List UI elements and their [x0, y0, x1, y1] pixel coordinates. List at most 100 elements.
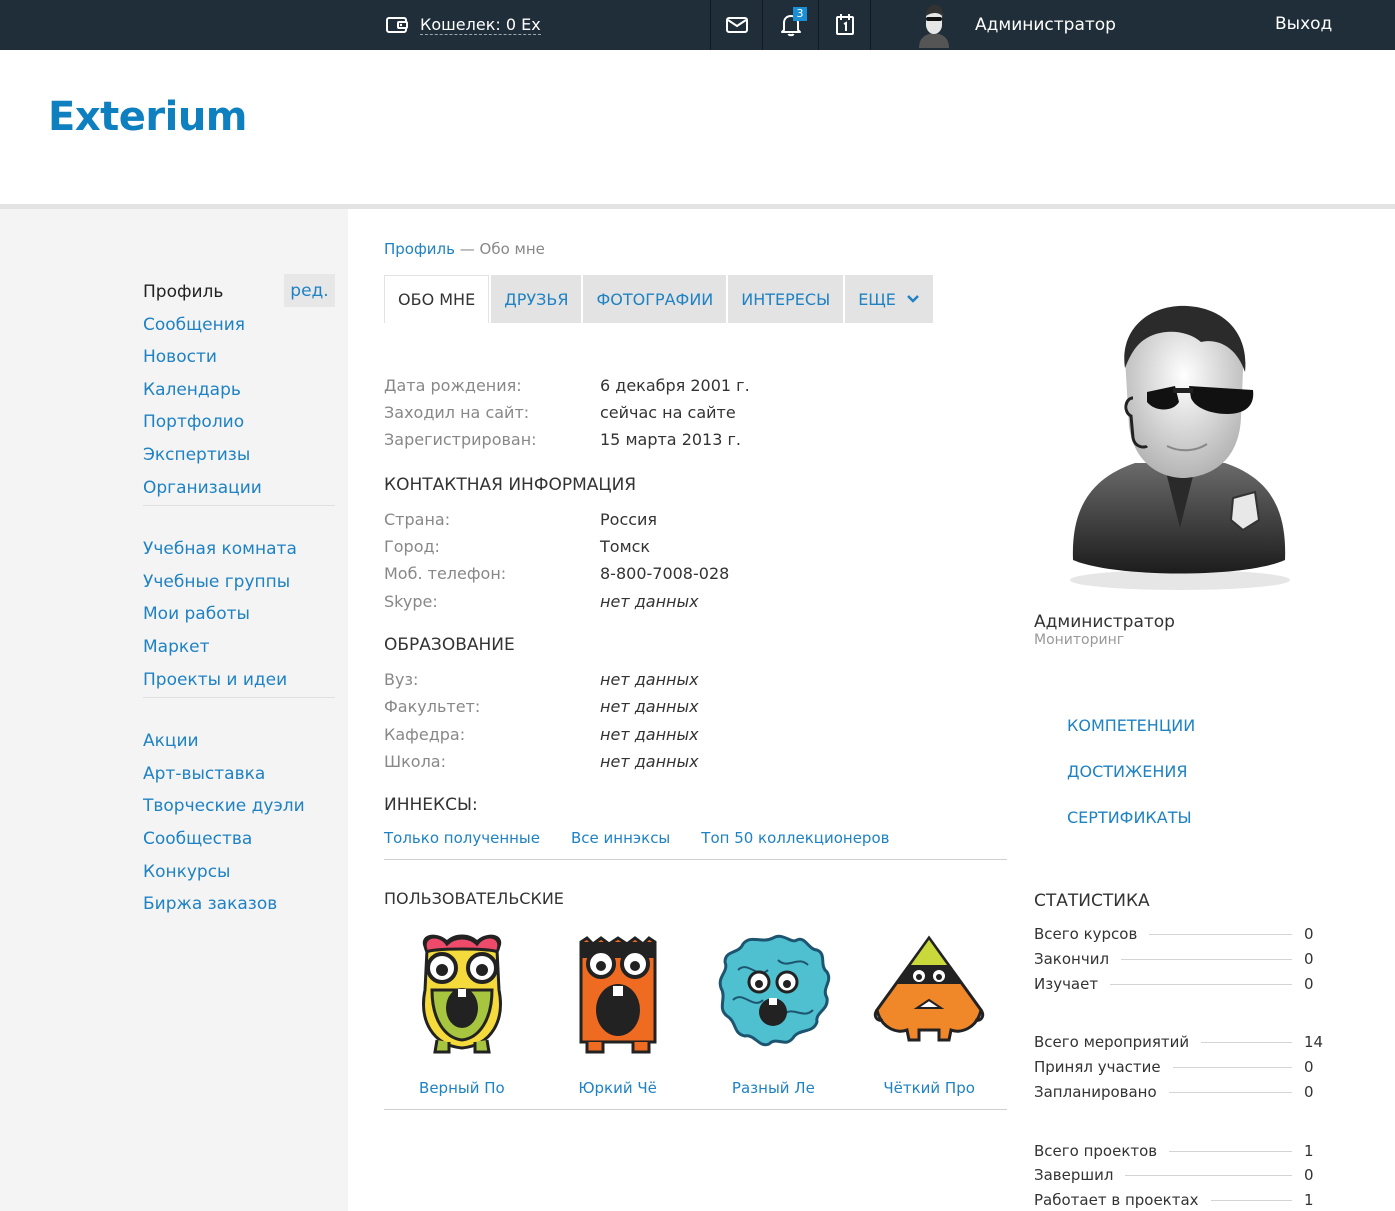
stat-row: Закончил 0 — [1034, 950, 1324, 968]
wallet-link[interactable]: Кошелек: 0 Ех — [386, 13, 541, 37]
stat-leader-line — [1169, 1150, 1292, 1152]
stat-value: 0 — [1304, 1058, 1314, 1076]
country-label: Страна: — [384, 510, 451, 529]
notifications-count-badge: 3 — [793, 7, 807, 21]
city-label: Город: — [384, 537, 440, 556]
sidebar-item-calendar[interactable]: Календарь — [143, 379, 335, 412]
sidebar-item-news[interactable]: Новости — [143, 346, 335, 379]
breadcrumb-profile-link[interactable]: Профиль — [384, 240, 455, 258]
sidebar-item-contests[interactable]: Конкурсы — [143, 861, 335, 894]
faculty-label: Факультет: — [384, 697, 481, 716]
country-row: Страна: Россия — [384, 510, 657, 529]
sidebar-item-study-groups[interactable]: Учебные группы — [143, 571, 335, 604]
innex-badge[interactable]: Разный Ле — [696, 930, 852, 1097]
innex-badge-name: Разный Ле — [731, 1079, 815, 1097]
stat-row: Принял участие 0 — [1034, 1058, 1324, 1076]
messages-button[interactable] — [711, 0, 762, 50]
stat-label: Всего мероприятий — [1034, 1033, 1190, 1051]
stat-value: 14 — [1304, 1033, 1324, 1051]
innex-divider — [384, 859, 1007, 860]
stat-leader-line — [1149, 933, 1292, 935]
topbar-user-name[interactable]: Администратор — [975, 15, 1116, 35]
innex-badge[interactable]: Верный По — [384, 930, 540, 1097]
stat-label: Работает в проектах — [1034, 1191, 1199, 1209]
calendar-button[interactable] — [819, 0, 870, 50]
sidebar-item-communities[interactable]: Сообщества — [143, 828, 335, 861]
sidebar-item-art-exhibition[interactable]: Арт-выставка — [143, 763, 335, 796]
sidebar-item-messages[interactable]: Сообщения — [143, 314, 335, 347]
sidebar-item-portfolio[interactable]: Портфолио — [143, 411, 335, 444]
topbar-divider — [870, 0, 871, 50]
innex-badge[interactable]: Юркий Чё — [540, 930, 696, 1097]
department-value: нет данных — [600, 725, 699, 744]
innex-received-link[interactable]: Только полученные — [384, 829, 540, 847]
certificates-link[interactable]: СЕРТИФИКАТЫ — [1067, 808, 1192, 827]
stat-row: Работает в проектах 1 — [1034, 1191, 1324, 1209]
department-row: Кафедра: нет данных — [384, 725, 699, 744]
user-avatar[interactable] — [915, 2, 953, 48]
breadcrumb-current: Обо мне — [479, 240, 545, 258]
faculty-row: Факультет: нет данных — [384, 697, 699, 716]
phone-label: Моб. телефон: — [384, 564, 507, 583]
skype-value: нет данных — [600, 592, 699, 611]
stat-leader-line — [1121, 958, 1292, 960]
calendar-icon — [835, 14, 854, 35]
innex-badge[interactable]: Чёткий Про — [851, 930, 1007, 1097]
stat-label: Всего проектов — [1034, 1142, 1158, 1160]
sidebar-item-profile[interactable]: Профиль — [143, 281, 335, 314]
stat-leader-line — [1168, 1091, 1292, 1093]
university-row: Вуз: нет данных — [384, 670, 699, 689]
stat-value: 0 — [1304, 1166, 1314, 1184]
stat-value: 0 — [1304, 950, 1314, 968]
innex-badge-name: Юркий Чё — [578, 1079, 657, 1097]
last-seen-row: Заходил на сайт: сейчас на сайте — [384, 403, 736, 422]
sidebar-item-expertise[interactable]: Экспертизы — [143, 444, 335, 477]
registered-row: Зарегистрирован: 15 марта 2013 г. — [384, 430, 741, 449]
sidebar-item-my-works[interactable]: Мои работы — [143, 603, 335, 636]
statistics-title: СТАТИСТИКА — [1034, 891, 1150, 911]
logout-link[interactable]: Выход — [1275, 14, 1332, 34]
birth-date-row: Дата рождения: 6 декабря 2001 г. — [384, 376, 750, 395]
stat-label: Всего курсов — [1034, 925, 1138, 943]
breadcrumb: Профиль — Обо мне — [384, 240, 545, 258]
sidebar-item-order-exchange[interactable]: Биржа заказов — [143, 893, 335, 926]
stat-row: Всего курсов 0 — [1034, 925, 1324, 943]
innex-top50-link[interactable]: Топ 50 коллекционеров — [701, 829, 889, 847]
skype-label: Skype: — [384, 592, 438, 611]
sidebar-item-creative-duels[interactable]: Творческие дуэли — [143, 795, 335, 828]
notifications-button[interactable]: 3 — [763, 0, 818, 50]
achievements-link[interactable]: ДОСТИЖЕНИЯ — [1067, 762, 1187, 781]
stat-row: Всего мероприятий 14 — [1034, 1033, 1324, 1051]
monster-yellow-icon — [422, 934, 502, 1054]
sidebar-item-study-room[interactable]: Учебная комната — [143, 538, 335, 571]
sidebar-item-market[interactable]: Маркет — [143, 636, 335, 669]
innex-badge-name: Верный По — [419, 1079, 505, 1097]
registered-value: 15 марта 2013 г. — [600, 430, 741, 449]
tab-friends[interactable]: ДРУЗЬЯ — [491, 275, 582, 323]
phone-row: Моб. телефон: 8-800-7008-028 — [384, 564, 729, 583]
stat-value: 1 — [1304, 1191, 1314, 1209]
monster-orange-icon — [579, 936, 657, 1054]
innex-all-link[interactable]: Все иннэксы — [571, 829, 670, 847]
tab-interests[interactable]: ИНТЕРЕСЫ — [728, 275, 844, 323]
top-bar: Кошелек: 0 Ех 3 Администратор Выход — [0, 0, 1395, 50]
stat-leader-line — [1172, 1066, 1292, 1068]
stat-row: Запланировано 0 — [1034, 1083, 1324, 1101]
profile-avatar[interactable] — [1055, 298, 1305, 598]
sidebar-divider — [143, 697, 335, 699]
stat-row: Всего проектов 1 — [1034, 1142, 1324, 1160]
tab-more[interactable]: ЕЩЕ — [845, 275, 933, 323]
tab-about[interactable]: ОБО МНЕ — [384, 275, 490, 323]
sidebar-item-promotions[interactable]: Акции — [143, 730, 335, 763]
stat-label: Изучает — [1034, 975, 1099, 993]
city-row: Город: Томск — [384, 537, 650, 556]
stat-row: Завершил 0 — [1034, 1166, 1324, 1184]
birth-date-label: Дата рождения: — [384, 376, 522, 395]
site-logo[interactable]: Exterium — [48, 94, 247, 140]
city-value: Томск — [600, 537, 651, 556]
competencies-link[interactable]: КОМПЕТЕНЦИИ — [1067, 716, 1195, 735]
sidebar-divider — [143, 505, 335, 507]
birth-date-value: 6 декабря 2001 г. — [600, 376, 750, 395]
tab-photos[interactable]: ФОТОГРАФИИ — [583, 275, 727, 323]
department-label: Кафедра: — [384, 725, 466, 744]
